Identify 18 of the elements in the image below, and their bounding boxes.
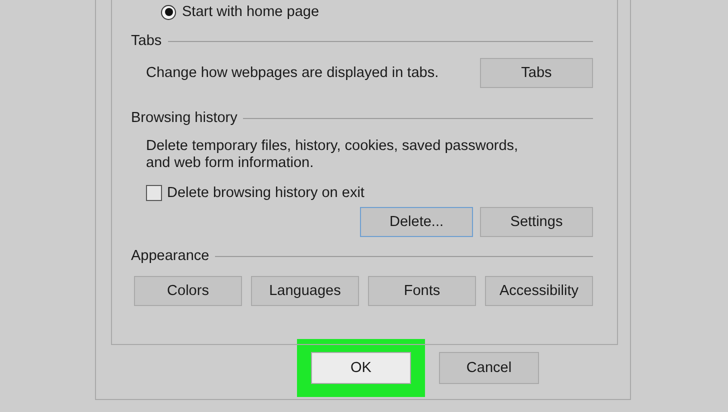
section-title: Browsing history	[131, 110, 238, 126]
tabs-button[interactable]: Tabs	[480, 58, 593, 88]
section-description: Delete temporary files, history, cookies, saved passwords, and web form information.	[145, 138, 520, 172]
section-description: Change how webpages are displayed in tabs.	[145, 65, 439, 81]
radio-label: Start with home page	[182, 4, 320, 20]
radio-button[interactable]	[161, 4, 176, 20]
ok-button[interactable]: OK	[311, 352, 411, 384]
section-title: Tabs	[131, 33, 162, 49]
appearance-button[interactable]: Accessibility	[485, 276, 593, 306]
appearance-button[interactable]: Languages	[251, 276, 359, 306]
section-title: Appearance	[131, 248, 210, 264]
checkbox-label: Delete browsing history on exit	[167, 185, 364, 201]
appearance-button[interactable]: Colors	[134, 276, 242, 306]
delete-button[interactable]: Delete...	[360, 207, 473, 237]
cancel-button[interactable]: Cancel	[439, 352, 539, 384]
appearance-button[interactable]: Fonts	[368, 276, 476, 306]
checkbox[interactable]	[146, 185, 162, 201]
settings-button[interactable]: Settings	[480, 207, 593, 237]
